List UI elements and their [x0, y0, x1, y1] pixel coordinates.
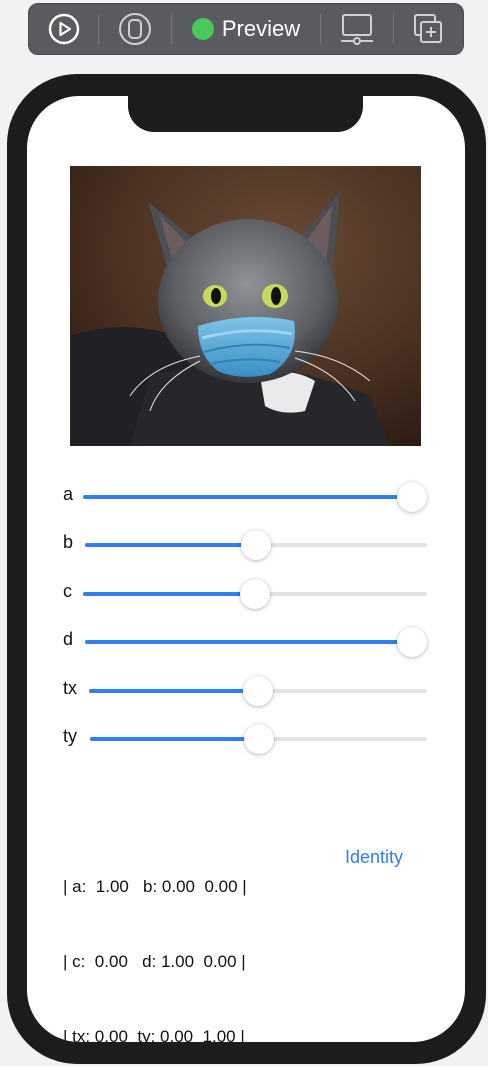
slider-thumb[interactable] — [240, 579, 270, 609]
slider-thumb[interactable] — [243, 676, 273, 706]
slider-tx[interactable] — [89, 676, 427, 706]
slider-a[interactable] — [83, 482, 427, 512]
slider-d[interactable] — [85, 627, 427, 657]
display-settings-icon — [340, 14, 373, 45]
slider-label-b: b — [63, 532, 74, 552]
matrix-row-3: | tx: 0.00 ty: 0.00 1.00 | — [63, 1027, 245, 1042]
matrix-row-2: | c: 0.00 d: 1.00 0.00 | — [63, 952, 246, 971]
preview-toolbar: Preview — [28, 3, 464, 55]
slider-fill — [85, 640, 412, 644]
notch — [128, 96, 363, 132]
preview-status[interactable]: Preview — [172, 3, 321, 55]
slider-b[interactable] — [85, 530, 427, 560]
slider-row-d: d — [63, 621, 427, 661]
slider-label-a: a — [63, 484, 74, 504]
slider-row-tx: tx — [63, 670, 427, 710]
slider-row-ty: ty — [63, 718, 427, 758]
slider-row-b: b — [63, 524, 427, 564]
slider-fill — [89, 689, 258, 693]
slider-label-tx: tx — [63, 678, 78, 698]
device-button[interactable] — [99, 3, 170, 55]
phone-frame: a b c d tx ty | a: 1.00 b: 0.00 0.00 | |… — [7, 74, 486, 1064]
slider-label-c: c — [63, 581, 72, 601]
slider-thumb[interactable] — [241, 530, 271, 560]
slider-fill — [83, 495, 412, 499]
slider-fill — [90, 737, 259, 741]
device-settings-button[interactable] — [321, 3, 392, 55]
slider-ty[interactable] — [90, 724, 427, 754]
preview-label: Preview — [221, 16, 301, 41]
device-screen: a b c d tx ty | a: 1.00 b: 0.00 0.00 | |… — [27, 96, 465, 1042]
matrix-row-1: | a: 1.00 b: 0.00 0.00 | — [63, 877, 247, 896]
play-circle-icon — [48, 13, 79, 45]
slider-row-c: c — [63, 573, 427, 613]
slider-row-a: a — [63, 476, 427, 516]
slider-fill — [83, 592, 255, 596]
transform-matrix: | a: 1.00 b: 0.00 0.00 | | c: 0.00 d: 1.… — [63, 824, 247, 1042]
duplicate-icon — [414, 14, 443, 43]
slider-thumb[interactable] — [244, 724, 274, 754]
status-dot-icon — [191, 18, 214, 40]
slider-label-d: d — [63, 629, 74, 649]
slider-fill — [85, 543, 256, 547]
slider-thumb[interactable] — [397, 482, 427, 512]
slider-label-ty: ty — [63, 726, 78, 746]
identity-button[interactable]: Identity — [345, 847, 403, 868]
slider-thumb[interactable] — [397, 627, 427, 657]
slider-c[interactable] — [83, 579, 427, 609]
device-icon — [119, 13, 152, 45]
cat-photo — [70, 166, 421, 446]
live-preview-button[interactable] — [29, 3, 98, 55]
duplicate-preview-button[interactable] — [394, 3, 463, 55]
